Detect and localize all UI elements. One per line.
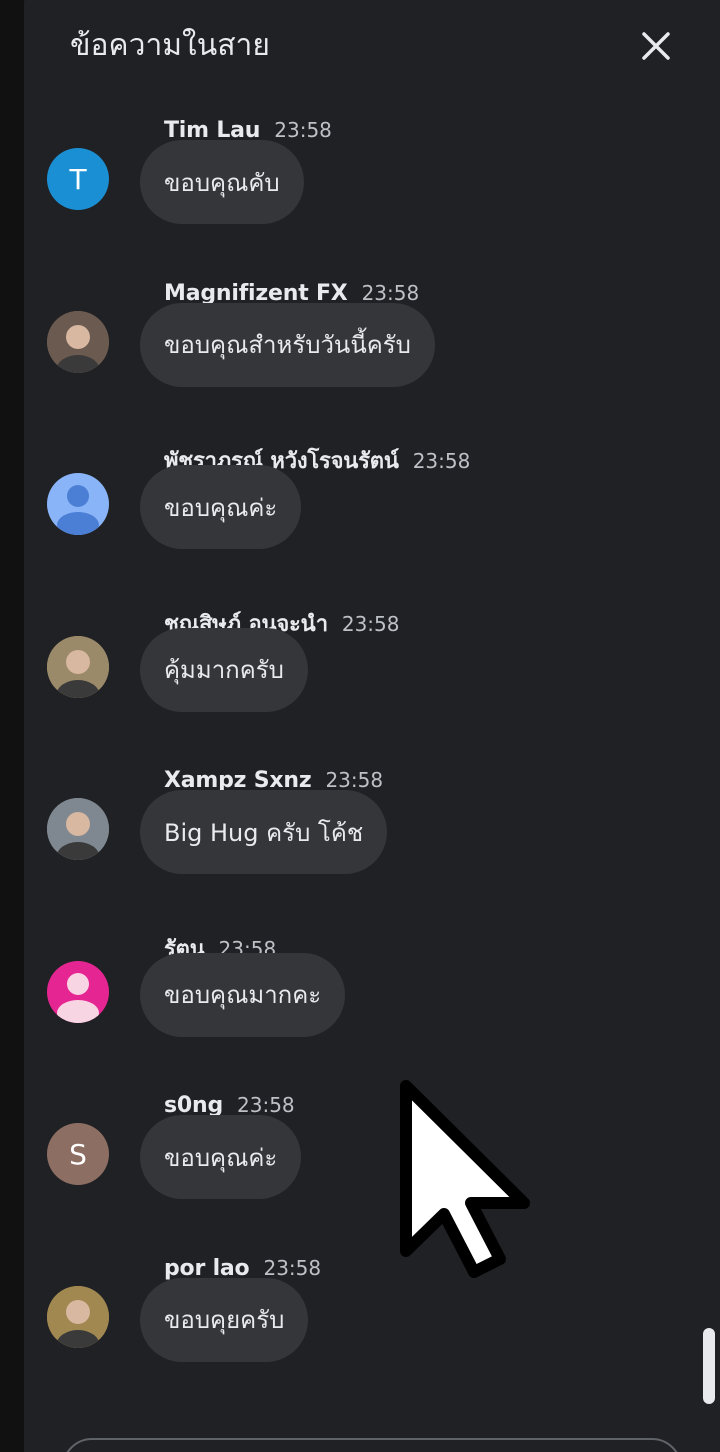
scrollbar-thumb[interactable] (703, 1328, 715, 1404)
chat-message: รัตน 23:58 ขอบคุณมากคะ (0, 931, 720, 1071)
message-author: Magnifizent FX (164, 280, 348, 306)
message-text: ขอบคุยครับ (164, 1306, 285, 1334)
person-icon (57, 485, 99, 535)
avatar[interactable] (47, 960, 109, 1023)
message-author: por lao (164, 1255, 250, 1281)
message-input[interactable] (62, 1438, 682, 1452)
message-time: 23:58 (325, 768, 384, 792)
message-time: 23:58 (361, 280, 420, 305)
message-bubble: ขอบคุยครับ (140, 1277, 309, 1362)
message-time: 23:58 (274, 118, 332, 142)
close-button[interactable] (628, 18, 684, 74)
message-time: 23:58 (341, 611, 400, 636)
avatar[interactable] (47, 310, 109, 373)
message-text: Big Hug ครับ โค้ช (164, 818, 364, 847)
avatar[interactable] (47, 473, 109, 535)
avatar[interactable] (47, 635, 109, 698)
avatar[interactable]: T (47, 148, 109, 210)
avatar[interactable]: S (47, 1123, 109, 1185)
message-bubble: คุ้มมากครับ (140, 627, 308, 712)
message-bubble: ขอบคุณสำหรับวันนี้ครับ (140, 302, 435, 387)
message-bubble: ขอบคุณค่ะ (140, 465, 302, 549)
message-bubble: ขอบคุณมากคะ (140, 952, 346, 1037)
portrait-photo (47, 635, 109, 698)
message-bubble: ขอบคุณคับ (140, 140, 304, 224)
avatar[interactable] (47, 798, 109, 860)
message-text: ขอบคุณสำหรับวันนี้ครับ (164, 331, 411, 359)
chat-message: ชณสิษฎ์ อุนจะนำ 23:58 คุ้มมากครับ (0, 606, 720, 746)
message-time: 23:58 (412, 449, 471, 473)
message-time: 23:58 (237, 1093, 295, 1117)
message-bubble: ขอบคุณค่ะ (140, 1115, 302, 1199)
message-text: ขอบคุณมากคะ (164, 981, 322, 1009)
message-bubble: Big Hug ครับ โค้ช (140, 790, 388, 874)
message-time: 23:58 (263, 1255, 322, 1280)
message-text: ขอบคุณค่ะ (164, 1143, 278, 1172)
message-text: ขอบคุณค่ะ (164, 493, 278, 522)
chat-message: por lao 23:58 ขอบคุยครับ (0, 1256, 720, 1396)
close-icon (642, 32, 670, 60)
portrait-photo (47, 1285, 109, 1348)
chat-message: Xampz Sxnz 23:58 Big Hug ครับ โค้ช (0, 768, 720, 908)
panel-title: ข้อความในสาย (70, 28, 270, 63)
chat-message: Tim Lau 23:58 T ขอบคุณคับ (0, 118, 720, 258)
avatar-initial: T (69, 162, 87, 196)
chat-page: ข้อความในสาย Tim Lau 23:58 T ขอบคุณคับ Magni… (0, 0, 720, 1452)
message-text: ขอบคุณคับ (164, 168, 280, 197)
chat-message: พัชราภรณ์ หวังโรจนรัตน์ 23:58 ขอบคุณค่ะ (0, 443, 720, 583)
portrait-photo (47, 310, 109, 373)
chat-message: Magnifizent FX 23:58 ขอบคุณสำหรับวันนี้ครั… (0, 281, 720, 421)
chat-message: s0ng 23:58 S ขอบคุณค่ะ (0, 1093, 720, 1233)
mouse-pointer-icon (400, 1080, 530, 1278)
person-icon (57, 972, 99, 1023)
avatar-initial: S (69, 1137, 87, 1171)
message-text: คุ้มมากครับ (164, 656, 284, 684)
portrait-photo (47, 798, 109, 860)
avatar[interactable] (47, 1285, 109, 1348)
